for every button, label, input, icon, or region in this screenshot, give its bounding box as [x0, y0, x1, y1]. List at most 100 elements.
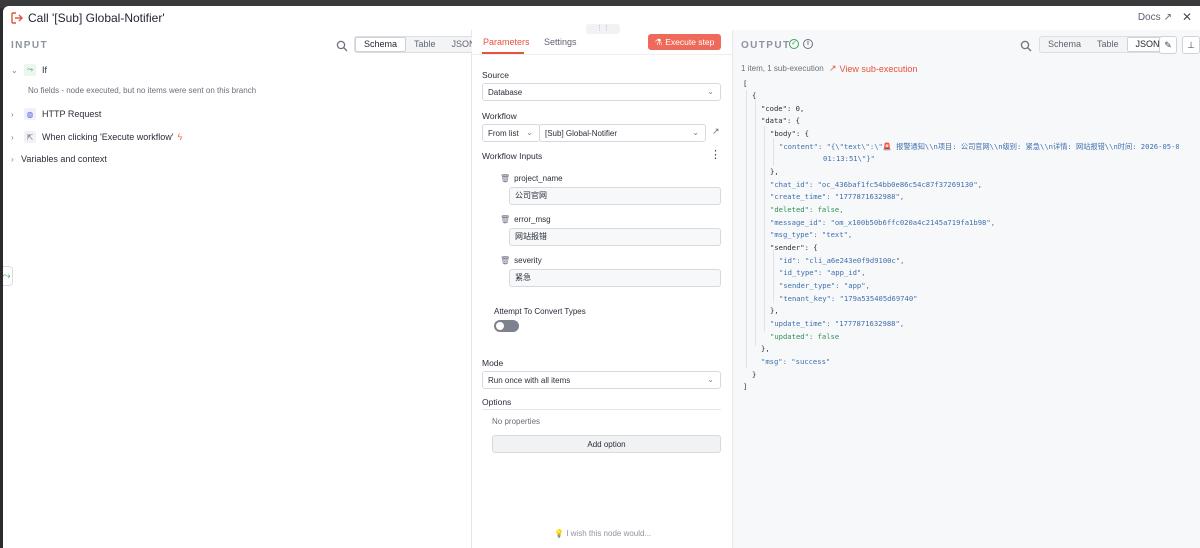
modal-title: Call '[Sub] Global-Notifier': [28, 11, 165, 25]
tree-item-manual-trigger[interactable]: › ⇱ When clicking 'Execute workflow' ϟ: [11, 131, 182, 143]
mode-select[interactable]: Run once with all items ⌄: [482, 371, 721, 389]
json-line: }: [752, 370, 757, 379]
tabs-divider: [472, 54, 732, 55]
source-select[interactable]: Database ⌄: [482, 83, 721, 101]
json-line: "code": 0,: [761, 104, 805, 113]
json-line: "sender": {: [770, 243, 818, 252]
kebab-menu-icon[interactable]: ⋮: [710, 150, 721, 161]
execute-step-label: Execute step: [665, 37, 715, 47]
input-param-label: 🗑 error_msg: [500, 215, 551, 224]
no-properties-text: No properties: [492, 417, 541, 426]
json-line: "msg_type": "text",: [770, 230, 853, 239]
input-param-name: project_name: [514, 174, 563, 183]
attempt-convert-label: Attempt To Convert Types: [494, 307, 586, 316]
indent-guide: [764, 126, 765, 332]
execute-workflow-icon: [11, 12, 23, 24]
json-line: "updated": false: [770, 332, 840, 341]
input-param-label: 🗑 severity: [500, 256, 542, 265]
json-line: },: [770, 167, 779, 176]
json-line: "msg": "success": [761, 357, 831, 366]
indent-guide: [746, 90, 747, 368]
options-divider: [482, 409, 721, 410]
tree-item-label: HTTP Request: [42, 109, 102, 119]
external-link-icon: ↗: [829, 63, 837, 73]
tab-settings[interactable]: Settings: [544, 37, 577, 47]
input-panel-title: INPUT: [11, 40, 48, 51]
indent-guide: [773, 138, 774, 166]
tree-item-label: If: [42, 65, 48, 75]
search-icon[interactable]: [1020, 40, 1032, 52]
input-view-switcher: Schema Table JSON: [354, 36, 485, 53]
execute-step-button[interactable]: ⚗ Execute step: [648, 34, 721, 50]
json-line: "id_type": "app_id",: [779, 268, 866, 277]
input-param-name: severity: [514, 256, 542, 265]
pin-icon[interactable]: ⊥: [1182, 36, 1200, 54]
edit-pencil-icon[interactable]: ✎: [1159, 36, 1177, 54]
json-line: "deleted": false,: [770, 205, 844, 214]
info-icon[interactable]: i: [803, 39, 813, 49]
if-branch-connector-icon[interactable]: ⤳: [3, 266, 13, 286]
severity-field[interactable]: 紧急: [509, 269, 721, 287]
chevron-right-icon: ›: [11, 154, 14, 164]
flask-icon: ⚗: [654, 36, 663, 47]
tree-item-http-request[interactable]: › ◍ HTTP Request: [11, 108, 101, 120]
json-line: [: [743, 79, 748, 88]
input-view-schema[interactable]: Schema: [355, 37, 407, 52]
chevron-down-icon: ⌄: [11, 65, 18, 75]
lightbulb-icon: 💡: [554, 529, 564, 538]
drag-handle-icon[interactable]: ⋮⋮: [586, 24, 620, 34]
json-line: "id": "cli_a6e243e0f9d9100c",: [779, 256, 905, 265]
input-view-table[interactable]: Table: [406, 37, 444, 52]
workflow-mode-value: From list: [488, 128, 519, 138]
if-branch-icon: ⤳: [24, 64, 36, 76]
view-sub-execution-link[interactable]: ↗ View sub-execution: [829, 63, 917, 74]
json-line: "sender_type": "app",: [779, 281, 870, 290]
trash-icon[interactable]: 🗑: [500, 215, 510, 224]
workflow-label: Workflow: [482, 111, 517, 121]
docs-link[interactable]: Docs ↗: [1138, 12, 1172, 23]
source-value: Database: [488, 87, 523, 97]
output-view-table[interactable]: Table: [1089, 37, 1127, 52]
json-line: {: [752, 91, 757, 100]
trash-icon[interactable]: 🗑: [500, 256, 510, 265]
output-view-schema[interactable]: Schema: [1040, 37, 1089, 52]
input-param-label: 🗑 project_name: [500, 174, 563, 183]
json-line: "tenant_key": "179a535405d69740": [779, 294, 918, 303]
trash-icon[interactable]: 🗑: [500, 174, 510, 183]
workflow-value: [Sub] Global-Notifier: [545, 128, 618, 138]
chevron-right-icon: ›: [11, 132, 14, 142]
chevron-right-icon: ›: [11, 109, 14, 119]
close-button[interactable]: ✕: [1182, 10, 1192, 24]
error-msg-field[interactable]: 网站报错: [509, 228, 721, 246]
globe-icon: ◍: [24, 108, 36, 120]
chevron-down-icon: ⌄: [692, 128, 699, 137]
indent-guide: [773, 249, 774, 303]
search-icon[interactable]: [336, 40, 348, 52]
open-workflow-icon[interactable]: ↗: [712, 126, 720, 137]
attempt-convert-toggle[interactable]: [494, 320, 519, 332]
add-option-button[interactable]: Add option: [492, 435, 721, 453]
input-panel: INPUT Schema Table JSON ⌄ ⤳ If No fields…: [3, 30, 485, 548]
chevron-down-icon: ⌄: [526, 128, 533, 137]
parameters-panel: ⋮⋮ Parameters Settings ⚗ Execute step So…: [472, 24, 732, 548]
tree-item-variables[interactable]: › Variables and context: [11, 154, 107, 164]
chevron-down-icon: ⌄: [707, 375, 714, 384]
output-meta: 1 item, 1 sub-execution: [741, 64, 824, 73]
indent-guide: [755, 100, 756, 346]
json-line: "message_id": "om_x100b50b6ffc020a4c2145…: [770, 218, 996, 227]
view-sub-execution-label: View sub-execution: [839, 63, 918, 74]
feedback-link[interactable]: 💡 I wish this node would...: [554, 529, 651, 538]
lightning-bolt-icon: ϟ: [177, 132, 183, 142]
node-details-modal: Call '[Sub] Global-Notifier' Docs ↗ ✕ IN…: [3, 6, 1200, 548]
success-check-icon: ✓: [789, 39, 799, 49]
chevron-down-icon: ⌄: [707, 87, 714, 96]
workflow-mode-select[interactable]: From list ⌄: [482, 124, 540, 142]
tree-item-if[interactable]: ⌄ ⤳ If: [11, 64, 47, 76]
project-name-field[interactable]: 公司官网: [509, 187, 721, 205]
json-line: },: [770, 306, 779, 315]
output-view-switcher: Schema Table JSON: [1039, 36, 1170, 53]
feedback-label: I wish this node would...: [566, 529, 652, 538]
json-line: "data": {: [761, 116, 800, 125]
tab-parameters[interactable]: Parameters: [483, 37, 530, 47]
workflow-select[interactable]: [Sub] Global-Notifier ⌄: [539, 124, 706, 142]
